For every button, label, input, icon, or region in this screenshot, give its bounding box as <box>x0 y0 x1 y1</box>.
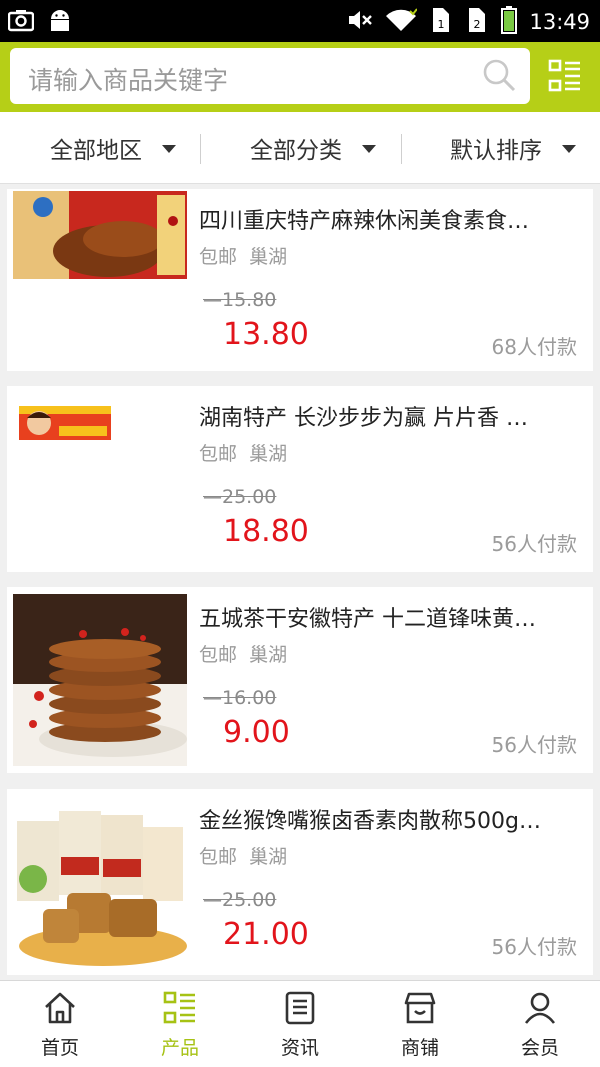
original-price: —25.00 <box>203 889 277 911</box>
nav-member[interactable]: 会员 <box>480 981 600 1067</box>
product-image[interactable] <box>13 191 187 279</box>
status-bar: 1 2 13:49 <box>0 0 600 42</box>
product-title[interactable]: 湖南特产 长沙步步为赢 片片香 … <box>199 400 581 432</box>
nav-news-label: 资讯 <box>280 1037 319 1059</box>
shop-icon <box>403 991 437 1029</box>
bottom-nav: 首页 产品 资讯 商铺 会员 <box>0 980 600 1067</box>
search-input[interactable]: 请输入商品关键字 <box>10 48 530 104</box>
caret-down-icon <box>162 145 176 153</box>
product-card[interactable]: 金丝猴馋嘴猴卤香素肉散称500g… 包邮 巢湖 —25.00 21.00 56人… <box>7 789 593 975</box>
filter-region[interactable]: 全部地区 <box>50 112 176 184</box>
filter-bar: 全部地区 全部分类 默认排序 <box>0 112 600 184</box>
caret-down-icon <box>362 145 376 153</box>
sale-price: 9.00 <box>223 715 290 750</box>
nav-products[interactable]: 产品 <box>120 981 240 1067</box>
product-tags: 包邮 巢湖 <box>199 842 287 869</box>
location-tag: 巢湖 <box>249 443 288 465</box>
product-card[interactable]: 湖南特产 长沙步步为赢 片片香 … 包邮 巢湖 —25.00 18.80 56人… <box>7 386 593 572</box>
product-tags: 包邮 巢湖 <box>199 242 287 269</box>
search-placeholder: 请输入商品关键字 <box>28 66 229 95</box>
screenshot-icon <box>7 8 35 38</box>
mute-icon <box>347 8 373 36</box>
product-title[interactable]: 四川重庆特产麻辣休闲美食素食… <box>199 203 581 235</box>
sale-price: 13.80 <box>223 317 309 352</box>
nav-shop[interactable]: 商铺 <box>360 981 480 1067</box>
product-image[interactable] <box>13 801 187 973</box>
android-icon <box>48 8 72 38</box>
original-price: —25.00 <box>203 486 277 508</box>
nav-home[interactable]: 首页 <box>0 981 120 1067</box>
sold-count: 56人付款 <box>491 532 577 556</box>
nav-news[interactable]: 资讯 <box>240 981 360 1067</box>
shipping-tag: 包邮 <box>199 443 238 465</box>
product-card[interactable]: 四川重庆特产麻辣休闲美食素食… 包邮 巢湖 —15.80 13.80 68人付款 <box>7 189 593 371</box>
sold-count: 68人付款 <box>491 335 577 359</box>
wifi-icon <box>385 8 419 36</box>
location-tag: 巢湖 <box>249 644 288 666</box>
original-price: —16.00 <box>203 687 277 709</box>
filter-region-label: 全部地区 <box>50 138 142 164</box>
nav-member-label: 会员 <box>520 1037 559 1059</box>
location-tag: 巢湖 <box>249 846 288 868</box>
product-card[interactable]: 五城茶干安徽特产 十二道锋味黄… 包邮 巢湖 —16.00 9.00 56人付款 <box>7 587 593 773</box>
product-title[interactable]: 五城茶干安徽特产 十二道锋味黄… <box>199 601 581 633</box>
nav-products-label: 产品 <box>160 1037 199 1059</box>
divider <box>401 134 402 164</box>
member-icon <box>523 991 557 1029</box>
sale-price: 18.80 <box>223 514 309 549</box>
product-tags: 包邮 巢湖 <box>199 640 287 667</box>
sim1-icon: 1 <box>429 7 453 37</box>
products-icon <box>163 991 197 1029</box>
shipping-tag: 包邮 <box>199 644 238 666</box>
nav-shop-label: 商铺 <box>400 1037 439 1059</box>
product-title[interactable]: 金丝猴馋嘴猴卤香素肉散称500g… <box>199 803 581 835</box>
divider <box>200 134 201 164</box>
sold-count: 56人付款 <box>491 733 577 757</box>
battery-icon <box>501 6 518 38</box>
search-icon[interactable] <box>482 58 516 96</box>
shipping-tag: 包邮 <box>199 846 238 868</box>
filter-sort-label: 默认排序 <box>450 138 542 164</box>
filter-category[interactable]: 全部分类 <box>250 112 376 184</box>
nav-home-label: 首页 <box>40 1037 79 1059</box>
original-price: —15.80 <box>203 289 277 311</box>
filter-category-label: 全部分类 <box>250 138 342 164</box>
sale-price: 21.00 <box>223 917 309 952</box>
svg-text:2: 2 <box>474 18 481 31</box>
product-image[interactable] <box>13 404 187 444</box>
product-image[interactable] <box>13 594 187 766</box>
caret-down-icon <box>562 145 576 153</box>
header-bar: 请输入商品关键字 <box>0 42 600 112</box>
sold-count: 56人付款 <box>491 935 577 959</box>
category-menu-icon[interactable] <box>548 59 582 97</box>
filter-sort[interactable]: 默认排序 <box>450 112 576 184</box>
shipping-tag: 包邮 <box>199 246 238 268</box>
status-time: 13:49 <box>529 10 590 34</box>
news-icon <box>283 991 317 1029</box>
sim2-icon: 2 <box>465 7 489 37</box>
svg-text:1: 1 <box>438 18 445 31</box>
location-tag: 巢湖 <box>249 246 288 268</box>
home-icon <box>43 991 77 1029</box>
product-tags: 包邮 巢湖 <box>199 439 287 466</box>
